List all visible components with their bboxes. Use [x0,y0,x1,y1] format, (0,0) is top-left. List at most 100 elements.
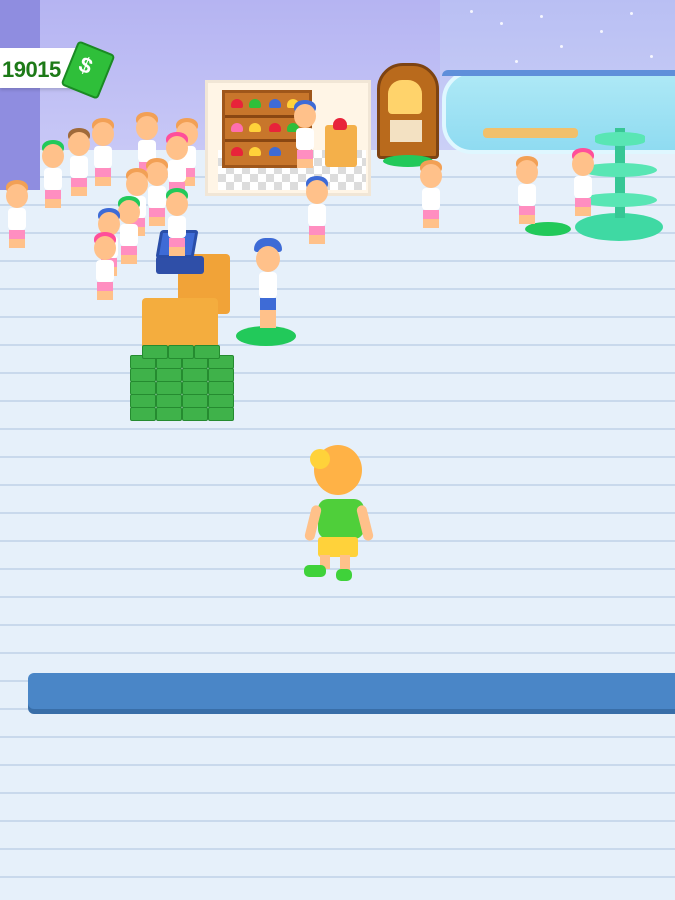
customer-shirt [94,146,112,168]
cash-bill [182,368,208,382]
left-wall [0,0,40,190]
customer-person [566,148,600,228]
star-decoration [515,60,518,63]
customer-legs [260,298,276,328]
customer-shirt [518,184,536,206]
customer-head [166,192,188,216]
star-decoration [470,10,473,13]
cash-bill [130,368,156,382]
cash-pile[interactable] [126,345,236,423]
customer-person [510,156,544,236]
cash-bill [208,394,234,408]
customer-head [166,136,188,160]
jukebox-speaker [388,80,422,114]
customer-head [306,180,328,204]
customer-legs [423,210,439,228]
customer-legs [71,178,87,196]
customer-person [288,100,322,180]
money-value: 19015 [2,57,61,82]
customer-legs [309,226,325,244]
customer-person [300,176,334,256]
player-shirt [318,499,364,539]
customer-head [92,122,114,146]
rink-rail [442,70,675,76]
star-decoration [540,15,543,18]
cash-bill [194,345,220,359]
cap-item [249,147,261,156]
cash-bill [156,407,182,421]
customer-legs [297,150,313,168]
cash-bill [156,394,182,408]
cash-bill [156,368,182,382]
star-decoration [560,45,563,48]
star-decoration [500,22,503,25]
cash-bill [130,394,156,408]
cap-item [269,99,281,108]
customer-legs [9,230,25,248]
customer-legs [97,282,113,300]
cap-item [269,123,281,132]
customer-person [86,118,120,198]
cap-item [231,123,243,132]
display-pedestal [325,125,357,167]
player-shorts [318,537,358,557]
player-shoe [304,565,326,577]
customer-legs [575,198,591,216]
customer-head [6,184,28,208]
player-hair-tuft [310,449,330,469]
bench [483,128,578,138]
customer-legs [45,190,61,208]
cash-bill [130,407,156,421]
customer-head [516,160,538,184]
customer-legs [519,206,535,224]
cash-bill [208,381,234,395]
customer-head [42,144,64,168]
jukebox-panel [390,120,422,142]
customer-at-counter [250,238,286,338]
customer-person [0,180,34,260]
cap-item [231,99,243,108]
customer-head [294,104,316,128]
star-decoration [650,55,653,58]
cap-item [269,147,281,156]
jukebox[interactable] [377,63,439,159]
checkout-counter[interactable] [142,298,218,350]
customer-person [414,160,448,240]
customer-person [88,232,122,312]
cap-item [249,123,261,132]
customer-head [126,172,148,196]
cash-bill [156,381,182,395]
cap-item [249,99,261,108]
cash-bill [182,394,208,408]
customer-head [94,236,116,260]
player-shoe [336,569,352,581]
customer-legs [95,168,111,186]
customer-shirt [308,204,326,226]
player-character[interactable] [300,445,375,585]
customer-head [420,164,442,188]
game-scene[interactable]: 19015 $ [0,0,675,900]
customer-legs [169,238,185,256]
customer-shirt [44,168,62,190]
cap-item [333,118,347,130]
customer-shirt [422,188,440,210]
customer-head [572,152,594,176]
customer-person [160,188,194,268]
floor-divider-barrier [28,673,675,709]
cash-bill [168,345,194,359]
customer-shirt [296,128,314,150]
cash-bill [182,381,208,395]
star-decoration [600,30,603,33]
cash-bill [130,381,156,395]
customer-shirt [8,208,26,230]
customer-shirt [96,260,114,282]
cap-item [231,147,243,156]
customer-shirt [259,272,277,298]
cash-bill [208,368,234,382]
tower-shelf [595,132,645,146]
customer-head [136,116,158,140]
customer-shirt [574,176,592,198]
cash-bill [182,407,208,421]
cash-bill [208,407,234,421]
customer-head [256,246,280,272]
